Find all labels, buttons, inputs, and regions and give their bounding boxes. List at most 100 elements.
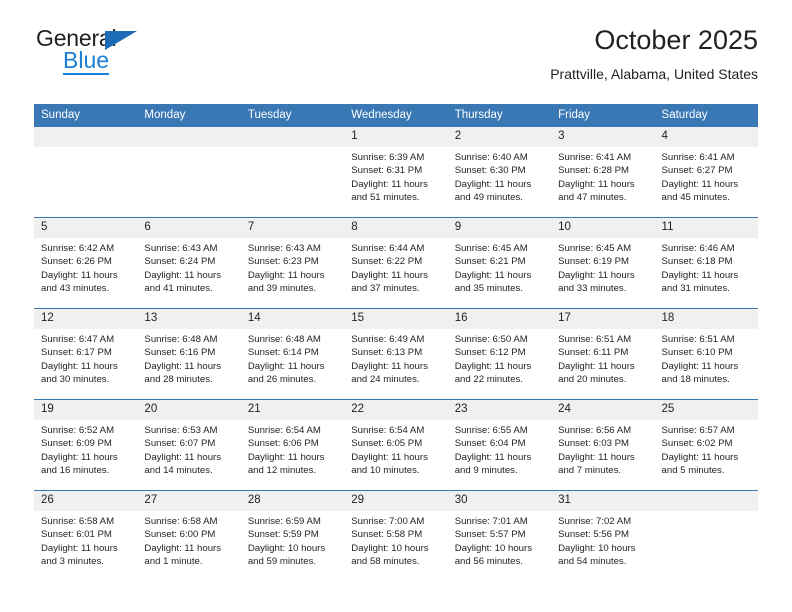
calendar-day-cell[interactable]: 27 Sunrise: 6:58 AM Sunset: 6:00 PM Dayligh… [137,490,241,581]
calendar-day-cell[interactable]: 21 Sunrise: 6:54 AM Sunset: 6:06 PM Dayligh… [240,399,345,491]
day-number: 29 [344,491,448,511]
daylight-text-line2: and 51 minutes. [351,192,420,204]
calendar-day-cell[interactable]: 9 Sunrise: 6:45 AM Sunset: 6:21 PM Daylight… [447,217,552,309]
day-number: 30 [447,491,552,511]
weekday-header-sunday: Sunday [34,104,138,127]
sunrise-text: Sunrise: 6:44 AM [351,243,425,254]
sunrise-text: Sunrise: 7:02 AM [558,516,632,527]
sunrise-text: Sunrise: 6:56 AM [558,425,632,436]
day-number [34,127,138,147]
day-number: 14 [240,309,345,329]
daylight-text-line1: Daylight: 10 hours [247,542,326,554]
daylight-text-line1: Daylight: 11 hours [661,360,739,372]
generalblue-logo[interactable]: General Blue [36,27,166,75]
daylight-text-line2: and 26 minutes. [247,374,317,386]
day-details: Sunrise: 6:49 AM Sunset: 6:13 PM Daylight:… [344,329,447,387]
day-details: Sunrise: 6:45 AM Sunset: 6:19 PM Daylight:… [551,238,654,296]
calendar-day-cell[interactable]: 5 Sunrise: 6:42 AM Sunset: 6:26 PM Daylight… [34,217,138,309]
calendar-day-cell[interactable]: 4 Sunrise: 6:41 AM Sunset: 6:27 PM Daylight… [654,127,758,218]
calendar-day-cell[interactable]: 20 Sunrise: 6:53 AM Sunset: 6:07 PM Dayligh… [137,399,241,491]
daylight-text-line2: and 43 minutes. [41,283,110,295]
daylight-text-line1: Daylight: 11 hours [351,269,428,281]
sunset-text: Sunset: 6:22 PM [351,256,423,268]
weekday-header-thursday: Thursday [447,104,552,127]
sunset-text: Sunset: 6:23 PM [247,256,319,268]
day-number: 20 [137,400,241,420]
sunrise-text: Sunrise: 6:39 AM [351,152,425,163]
calendar-week-row: 1 Sunrise: 6:39 AM Sunset: 6:31 PM Daylight… [34,127,758,218]
daylight-text-line2: and 24 minutes. [351,374,420,386]
day-details: Sunrise: 6:46 AM Sunset: 6:18 PM Daylight:… [655,238,758,296]
day-details: Sunrise: 6:58 AM Sunset: 6:00 PM Daylight:… [137,511,240,569]
calendar-day-cell[interactable]: 12 Sunrise: 6:47 AM Sunset: 6:17 PM Dayligh… [34,308,138,400]
calendar-day-cell[interactable]: 18 Sunrise: 6:51 AM Sunset: 6:10 PM Dayligh… [654,308,758,400]
calendar-day-cell[interactable]: 13 Sunrise: 6:48 AM Sunset: 6:16 PM Dayligh… [137,308,241,400]
sunset-text: Sunset: 6:09 PM [41,438,112,450]
sunset-text: Sunset: 6:05 PM [351,438,423,450]
sunset-text: Sunset: 6:24 PM [144,256,216,268]
day-number: 18 [654,309,758,329]
day-number: 23 [447,400,552,420]
calendar-day-cell[interactable]: 1 Sunrise: 6:39 AM Sunset: 6:31 PM Daylight… [344,127,448,218]
calendar-day-cell[interactable]: 29 Sunrise: 7:00 AM Sunset: 5:58 PM Dayligh… [344,490,448,581]
daylight-text-line2: and 59 minutes. [247,556,317,568]
calendar-day-cell[interactable]: 23 Sunrise: 6:55 AM Sunset: 6:04 PM Dayligh… [447,399,552,491]
day-details: Sunrise: 6:51 AM Sunset: 6:10 PM Daylight:… [655,329,758,387]
day-number: 26 [34,491,138,511]
day-details: Sunrise: 6:44 AM Sunset: 6:22 PM Daylight:… [344,238,447,296]
weekday-header-friday: Friday [551,104,655,127]
calendar-day-cell[interactable]: 2 Sunrise: 6:40 AM Sunset: 6:30 PM Daylight… [447,127,552,218]
day-details: Sunrise: 6:54 AM Sunset: 6:06 PM Daylight:… [241,420,344,478]
day-number: 11 [654,218,758,238]
calendar-day-cell[interactable]: 14 Sunrise: 6:48 AM Sunset: 6:14 PM Dayligh… [240,308,345,400]
calendar-day-cell[interactable]: 25 Sunrise: 6:57 AM Sunset: 6:02 PM Dayligh… [654,399,758,491]
calendar-day-cell[interactable]: 26 Sunrise: 6:58 AM Sunset: 6:01 PM Dayligh… [34,490,138,581]
daylight-text-line1: Daylight: 11 hours [558,269,635,281]
calendar-day-cell[interactable]: 8 Sunrise: 6:44 AM Sunset: 6:22 PM Daylight… [344,217,448,309]
calendar-day-cell[interactable]: 7 Sunrise: 6:43 AM Sunset: 6:23 PM Daylight… [240,217,345,309]
sunset-text: Sunset: 6:16 PM [144,347,216,359]
sunset-text: Sunset: 5:59 PM [247,529,319,541]
daylight-text-line1: Daylight: 11 hours [454,269,532,281]
calendar-day-cell[interactable]: 19 Sunrise: 6:52 AM Sunset: 6:09 PM Dayligh… [34,399,138,491]
day-number: 17 [551,309,655,329]
sunset-text: Sunset: 6:26 PM [41,256,112,268]
day-details: Sunrise: 6:48 AM Sunset: 6:14 PM Daylight:… [241,329,344,387]
sunset-text: Sunset: 6:21 PM [454,256,526,268]
daylight-text-line1: Daylight: 11 hours [558,451,635,463]
sunrise-text: Sunrise: 6:48 AM [247,334,321,345]
daylight-text-line1: Daylight: 11 hours [41,269,118,281]
day-details: Sunrise: 6:41 AM Sunset: 6:27 PM Daylight:… [655,147,758,205]
sunset-text: Sunset: 6:04 PM [454,438,526,450]
calendar-day-cell[interactable]: 10 Sunrise: 6:45 AM Sunset: 6:19 PM Dayligh… [551,217,655,309]
day-number: 27 [137,491,241,511]
daylight-text-line1: Daylight: 11 hours [661,451,739,463]
daylight-text-line2: and 45 minutes. [661,192,730,204]
day-number: 16 [447,309,552,329]
calendar-day-cell[interactable]: 3 Sunrise: 6:41 AM Sunset: 6:28 PM Daylight… [551,127,655,218]
daylight-text-line1: Daylight: 11 hours [41,451,118,463]
day-details: Sunrise: 6:56 AM Sunset: 6:03 PM Daylight:… [551,420,654,478]
calendar-day-cell[interactable]: 24 Sunrise: 6:56 AM Sunset: 6:03 PM Dayligh… [551,399,655,491]
sunrise-text: Sunrise: 6:41 AM [558,152,632,163]
daylight-text-line1: Daylight: 11 hours [558,178,635,190]
calendar-day-cell[interactable]: 6 Sunrise: 6:43 AM Sunset: 6:24 PM Daylight… [137,217,241,309]
calendar-day-cell[interactable]: 17 Sunrise: 6:51 AM Sunset: 6:11 PM Dayligh… [551,308,655,400]
calendar-day-cell[interactable]: 15 Sunrise: 6:49 AM Sunset: 6:13 PM Dayligh… [344,308,448,400]
calendar-day-cell[interactable]: 31 Sunrise: 7:02 AM Sunset: 5:56 PM Dayligh… [551,490,655,581]
daylight-text-line2: and 58 minutes. [351,556,420,568]
calendar-day-cell[interactable]: 11 Sunrise: 6:46 AM Sunset: 6:18 PM Dayligh… [654,217,758,309]
daylight-text-line1: Daylight: 11 hours [454,451,532,463]
calendar-day-cell[interactable]: 30 Sunrise: 7:01 AM Sunset: 5:57 PM Dayligh… [447,490,552,581]
calendar-day-cell[interactable]: 22 Sunrise: 6:54 AM Sunset: 6:05 PM Dayligh… [344,399,448,491]
sunset-text: Sunset: 6:00 PM [144,529,216,541]
day-details: Sunrise: 6:43 AM Sunset: 6:23 PM Daylight:… [241,238,344,296]
day-details: Sunrise: 6:45 AM Sunset: 6:21 PM Daylight:… [448,238,551,296]
daylight-text-line2: and 33 minutes. [558,283,627,295]
page-title: October 2025 [594,25,758,55]
day-number: 6 [137,218,241,238]
calendar-day-cell[interactable]: 28 Sunrise: 6:59 AM Sunset: 5:59 PM Dayligh… [240,490,345,581]
daylight-text-line2: and 14 minutes. [144,465,213,477]
page-header: General Blue October 2025 Prattville, Al… [34,0,758,104]
calendar-day-cell[interactable]: 16 Sunrise: 6:50 AM Sunset: 6:12 PM Dayligh… [447,308,552,400]
